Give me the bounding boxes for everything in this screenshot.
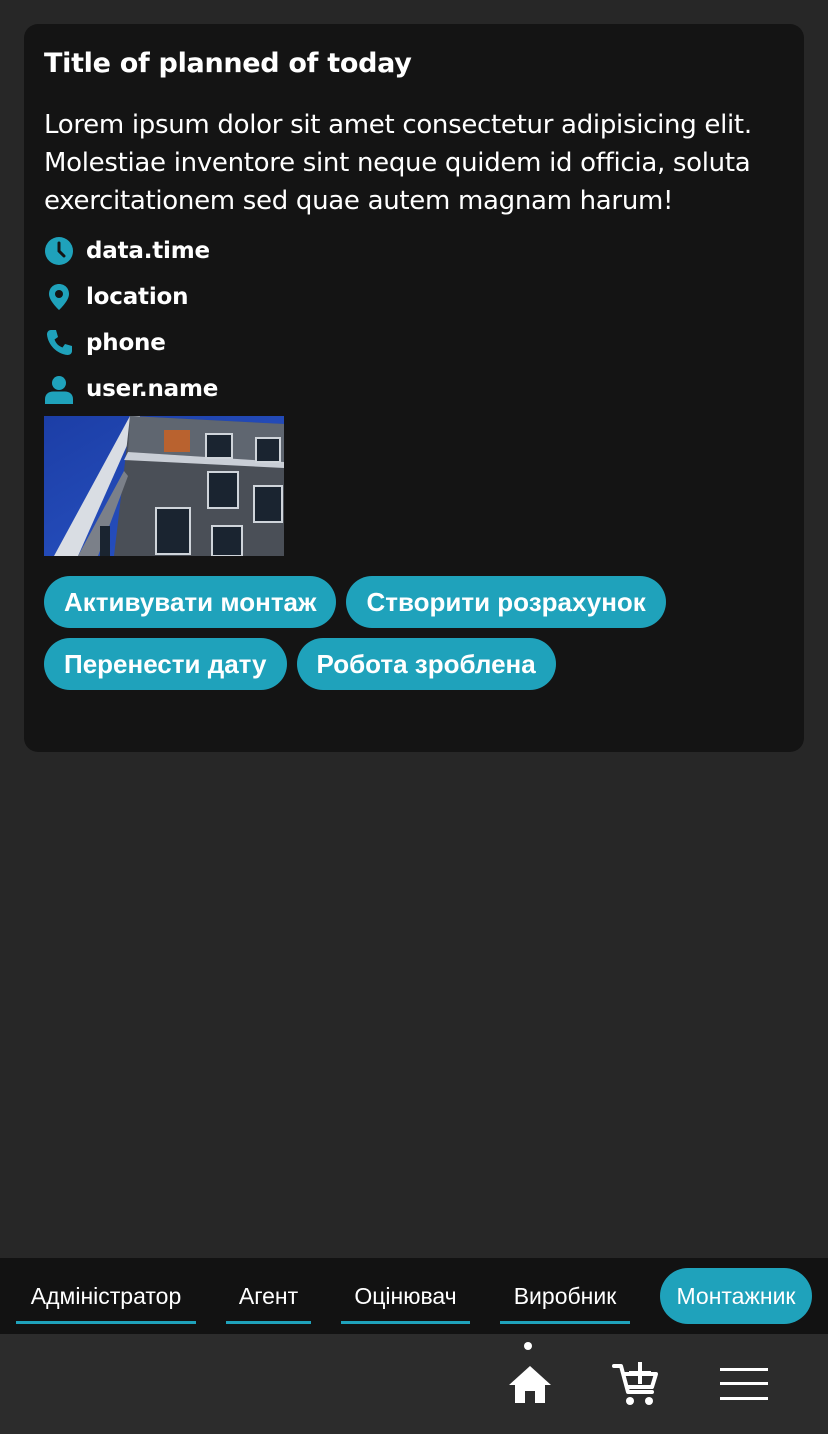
card-title: Title of planned of today bbox=[44, 48, 412, 79]
home-icon[interactable] bbox=[502, 1356, 558, 1412]
bottom-navigation bbox=[0, 1334, 828, 1434]
meta-time-label: data.time bbox=[86, 238, 210, 264]
active-indicator-dot bbox=[524, 1342, 532, 1350]
card-meta: data.time location phone user.name bbox=[44, 228, 784, 412]
menu-icon[interactable] bbox=[716, 1356, 772, 1412]
activate-installation-button[interactable]: Активувати монтаж bbox=[44, 576, 337, 628]
user-icon bbox=[44, 374, 74, 404]
meta-location-label: location bbox=[86, 284, 189, 310]
reschedule-button[interactable]: Перенести дату bbox=[44, 638, 287, 690]
clock-icon bbox=[44, 236, 74, 266]
role-tab-appraiser[interactable]: Оцінювач bbox=[341, 1268, 470, 1324]
planned-card: Title of planned of today Lorem ipsum do… bbox=[24, 24, 804, 752]
meta-phone: phone bbox=[44, 320, 784, 366]
meta-phone-label: phone bbox=[86, 330, 166, 356]
meta-time: data.time bbox=[44, 228, 784, 274]
building-photo bbox=[44, 416, 284, 556]
role-tab-installer[interactable]: Монтажник bbox=[660, 1268, 812, 1324]
role-tab-manufacturer[interactable]: Виробник bbox=[500, 1268, 630, 1324]
role-tab-agent[interactable]: Агент bbox=[226, 1268, 311, 1324]
role-tabs: Адміністратор Агент Оцінювач Виробник Мо… bbox=[0, 1258, 828, 1334]
create-calculation-button[interactable]: Створити розрахунок bbox=[346, 576, 666, 628]
work-done-button[interactable]: Робота зроблена bbox=[296, 638, 556, 690]
meta-user-label: user.name bbox=[86, 376, 219, 402]
role-tab-administrator[interactable]: Адміністратор bbox=[16, 1268, 196, 1324]
card-description: Lorem ipsum dolor sit amet consectetur a… bbox=[44, 110, 752, 216]
app-screen: Title of planned of today Lorem ipsum do… bbox=[0, 0, 828, 1434]
meta-location: location bbox=[44, 274, 784, 320]
action-buttons: Активувати монтаж Створити розрахунок Пе… bbox=[44, 576, 744, 700]
phone-icon bbox=[44, 328, 74, 358]
meta-user: user.name bbox=[44, 366, 784, 412]
map-pin-icon bbox=[44, 282, 74, 312]
cart-add-icon[interactable] bbox=[608, 1356, 664, 1412]
